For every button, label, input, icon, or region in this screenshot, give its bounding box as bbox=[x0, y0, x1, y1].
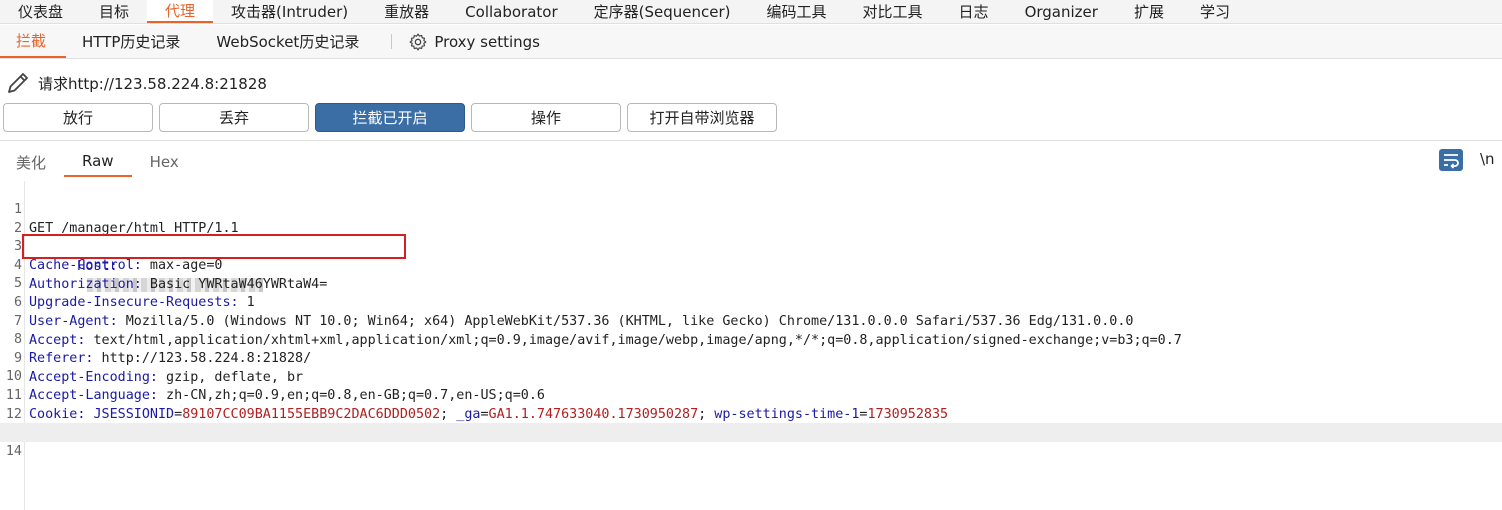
toolbar-divider bbox=[0, 140, 1502, 141]
subtab-intercept[interactable]: 拦截 bbox=[0, 25, 67, 58]
gear-icon bbox=[409, 33, 427, 51]
tab-intruder[interactable]: 攻击器(Intruder) bbox=[213, 0, 366, 23]
current-cursor-line[interactable]: 14 bbox=[0, 422, 1502, 459]
proxy-settings-label: Proxy settings bbox=[434, 32, 541, 51]
tab-proxy[interactable]: 代理 bbox=[147, 0, 214, 23]
tab-logger[interactable]: 日志 bbox=[941, 0, 1007, 23]
show-newlines-toggle[interactable]: \n bbox=[1480, 150, 1495, 168]
header-line-accept-language: 10 Accept-Language: zh-CN,zh;q=0.9,en;q=… bbox=[0, 348, 1502, 403]
pencil-icon[interactable] bbox=[4, 69, 32, 97]
subnav-separator bbox=[391, 34, 393, 49]
subtab-http-history[interactable]: HTTP历史记录 bbox=[66, 25, 200, 58]
tab-comparer[interactable]: 对比工具 bbox=[845, 0, 941, 23]
header-line-cache-control: 3 Cache-Control: max-age=0 bbox=[0, 218, 1502, 273]
request-target-bar: 请求http://123.58.224.8:21828 bbox=[0, 66, 1502, 100]
tab-organizer[interactable]: Organizer bbox=[1007, 0, 1116, 23]
line-number: 14 bbox=[5, 443, 22, 459]
tab-dashboard[interactable]: 仪表盘 bbox=[0, 0, 81, 23]
header-line-referer: 8 Referer: http://123.58.224.8:21828/ bbox=[0, 311, 1502, 366]
tab-raw[interactable]: Raw bbox=[64, 147, 132, 177]
header-line-upgrade-insecure: 5 Upgrade-Insecure-Requests: 1 bbox=[0, 255, 1502, 310]
tab-sequencer[interactable]: 定序器(Sequencer) bbox=[576, 0, 749, 23]
tab-extensions[interactable]: 扩展 bbox=[1116, 0, 1182, 23]
header-line-accept: 7 Accept: text/html,application/xhtml+xm… bbox=[0, 293, 1502, 348]
tab-hex[interactable]: Hex bbox=[132, 147, 197, 177]
empty-line: 13 bbox=[0, 404, 1502, 440]
drop-button[interactable]: 丢弃 bbox=[159, 103, 309, 132]
tab-collaborator[interactable]: Collaborator bbox=[447, 0, 575, 23]
subtab-websocket-history[interactable]: WebSocket历史记录 bbox=[200, 25, 379, 58]
action-button[interactable]: 操作 bbox=[471, 103, 621, 132]
main-tab-bar: 仪表盘 目标 代理 攻击器(Intruder) 重放器 Collaborator… bbox=[0, 0, 1502, 24]
header-line-accept-encoding: 9 Accept-Encoding: gzip, deflate, br bbox=[0, 330, 1502, 385]
intercept-toolbar: 放行 丢弃 拦截已开启 操作 打开自带浏览器 bbox=[3, 103, 777, 132]
open-browser-button[interactable]: 打开自带浏览器 bbox=[627, 103, 777, 132]
tab-pretty[interactable]: 美化 bbox=[0, 147, 64, 177]
request-line: 1 GET /manager/html HTTP/1.1 bbox=[0, 181, 1502, 236]
header-line-cookie: 11 Cookie: JSESSIONID=89107CC09BA1155EBB… bbox=[0, 367, 1502, 422]
request-target-label: 请求http://123.58.224.8:21828 bbox=[38, 74, 267, 93]
editor-view-tabs: 美化 Raw Hex \n bbox=[0, 147, 1502, 177]
forward-button[interactable]: 放行 bbox=[3, 103, 153, 132]
header-line-user-agent: 6 User-Agent: Mozilla/5.0 (Windows NT 10… bbox=[0, 274, 1502, 329]
subtab-proxy-settings[interactable]: Proxy settings bbox=[404, 25, 560, 58]
raw-request-editor[interactable]: 1 GET /manager/html HTTP/1.1 2 Host: 3 C… bbox=[0, 181, 1502, 510]
tab-target[interactable]: 目标 bbox=[81, 0, 147, 23]
word-wrap-icon[interactable] bbox=[1439, 149, 1463, 171]
tab-decoder[interactable]: 编码工具 bbox=[749, 0, 845, 23]
proxy-sub-tab-bar: 拦截 HTTP历史记录 WebSocket历史记录 Proxy settings bbox=[0, 25, 1502, 59]
header-line-authorization: 4 Authorization: Basic YWRtaW46YWRtaW4= bbox=[0, 237, 1502, 292]
tab-repeater[interactable]: 重放器 bbox=[366, 0, 447, 23]
header-line-connection: 12 Connection: close bbox=[0, 386, 1502, 441]
tab-learn[interactable]: 学习 bbox=[1182, 0, 1248, 23]
header-line-host: 2 Host: bbox=[0, 200, 1502, 292]
word-wrap-glyph bbox=[1444, 154, 1459, 169]
intercept-toggle-button[interactable]: 拦截已开启 bbox=[315, 103, 465, 132]
